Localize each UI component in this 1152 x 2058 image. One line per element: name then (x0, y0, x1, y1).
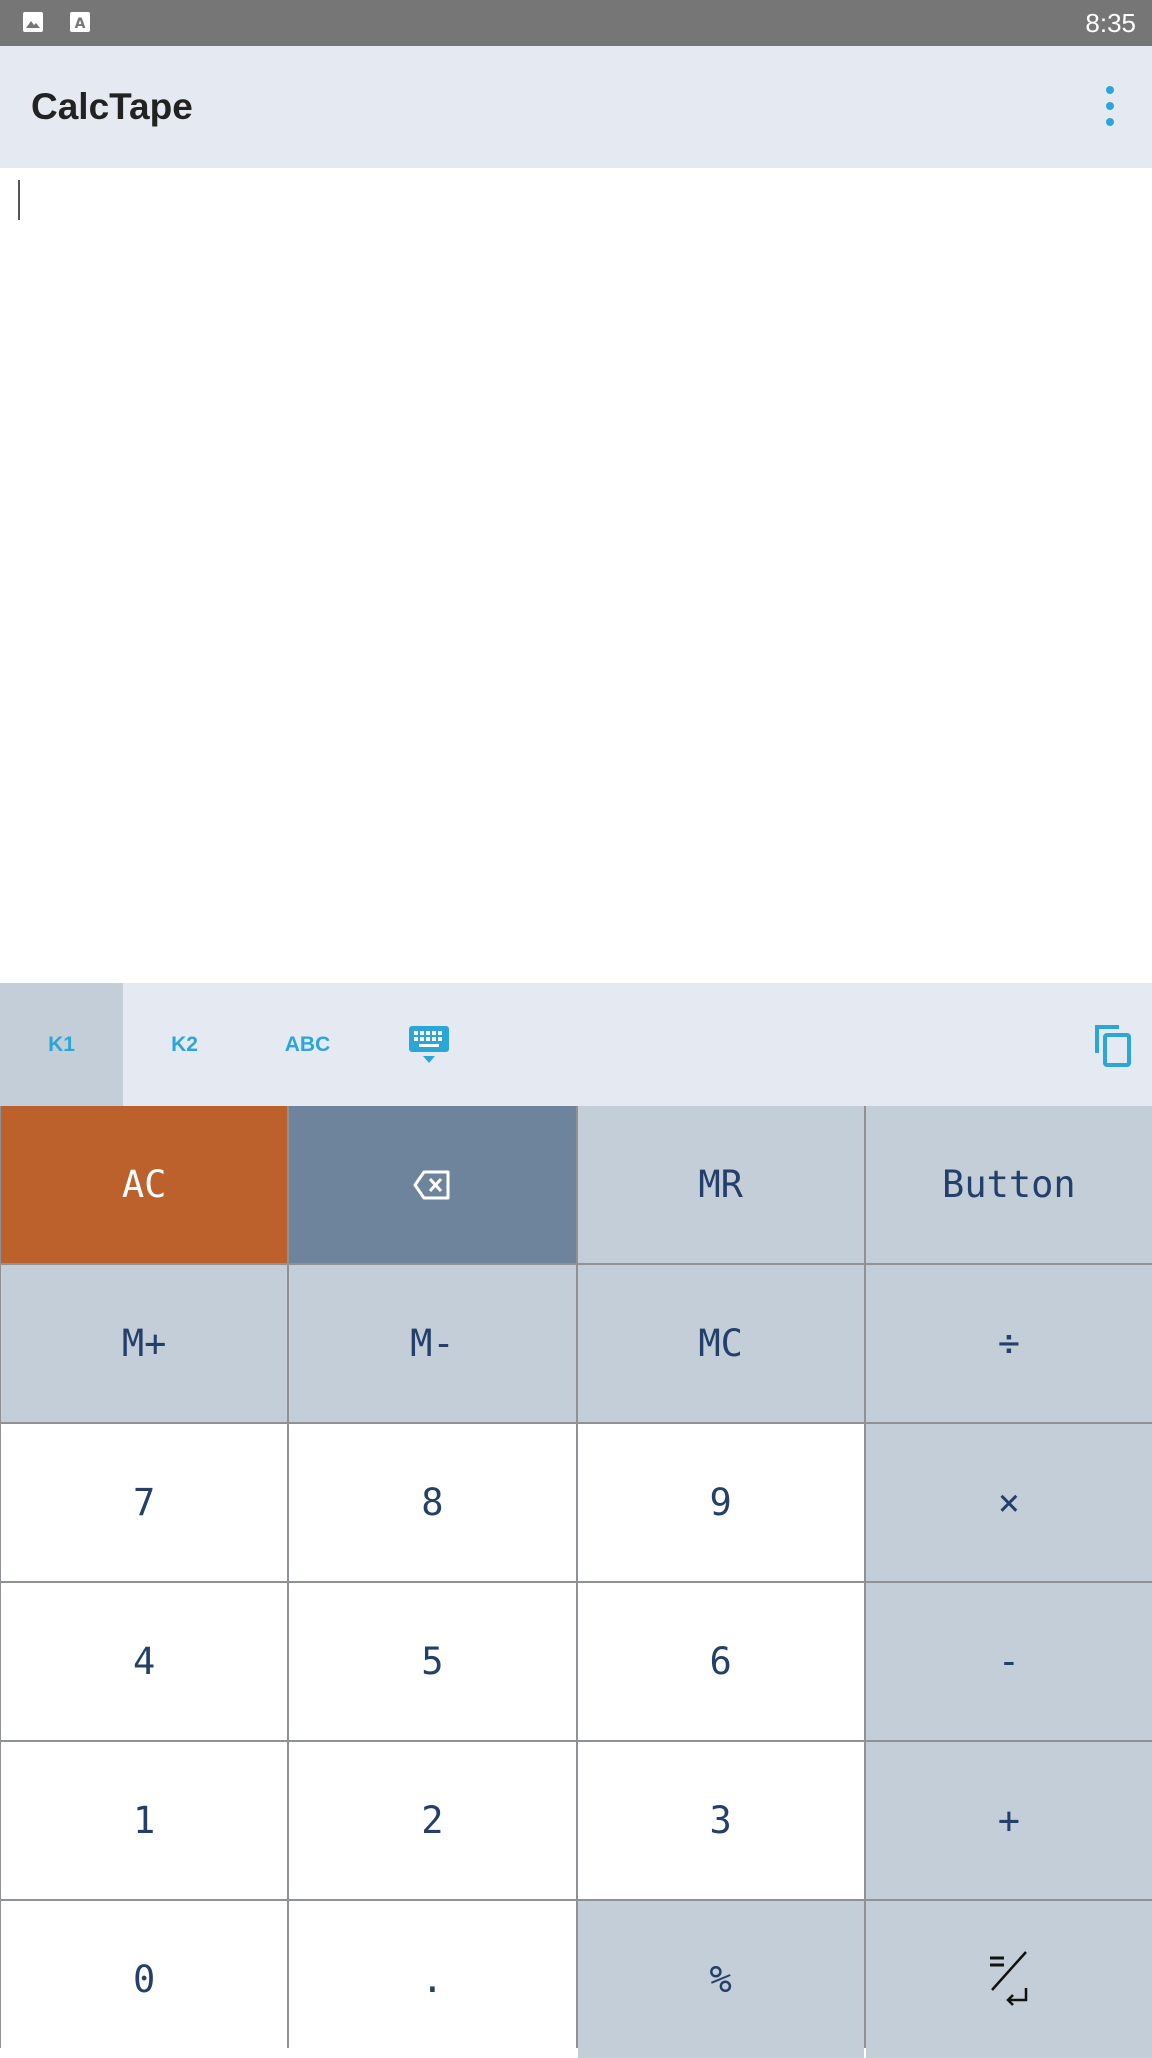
image-icon (23, 12, 43, 32)
more-vert-icon[interactable] (1088, 76, 1132, 136)
tab-k1[interactable]: K1 (0, 983, 123, 1106)
m-plus-button[interactable]: M+ (1, 1265, 288, 1422)
digit-6-button[interactable]: 6 (577, 1583, 864, 1740)
text-caret (18, 180, 20, 220)
m-minus-button[interactable]: M- (289, 1265, 576, 1422)
multiply-button[interactable]: × (865, 1424, 1152, 1581)
status-bar: A 8:35 (0, 0, 1152, 46)
status-time: 8:35 (1085, 8, 1136, 38)
tab-abc[interactable]: ABC (246, 983, 369, 1106)
keyboard-toolbar: K1 K2 ABC (0, 983, 1152, 1106)
digit-4-button[interactable]: 4 (1, 1583, 288, 1740)
app-bar: CalcTape (0, 46, 1152, 168)
percent-button[interactable]: % (577, 1901, 864, 2058)
keyboard-hide-icon[interactable] (408, 1025, 450, 1065)
app-title: CalcTape (31, 86, 193, 127)
copy-icon[interactable] (1093, 1023, 1133, 1067)
ac-button[interactable]: AC (1, 1106, 288, 1263)
custom-button[interactable]: Button (865, 1106, 1152, 1263)
digit-8-button[interactable]: 8 (289, 1424, 576, 1581)
minus-button[interactable]: - (865, 1583, 1152, 1740)
equals-enter-icon (989, 1950, 1028, 2006)
digit-5-button[interactable]: 5 (289, 1583, 576, 1740)
digit-3-button[interactable]: 3 (577, 1742, 864, 1899)
decimal-point-button[interactable]: . (289, 1901, 576, 2058)
keypad: AC MR Button M+ M- MC ÷ 7 8 9 × 4 5 6 - … (0, 1106, 1152, 2058)
tab-k2[interactable]: K2 (123, 983, 246, 1106)
digit-2-button[interactable]: 2 (289, 1742, 576, 1899)
mc-button[interactable]: MC (577, 1265, 864, 1422)
digit-0-button[interactable]: 0 (1, 1901, 288, 2058)
divide-button[interactable]: ÷ (865, 1265, 1152, 1422)
tape-editor[interactable] (0, 168, 1152, 983)
svg-text:A: A (75, 16, 86, 32)
digit-1-button[interactable]: 1 (1, 1742, 288, 1899)
backspace-button[interactable] (289, 1106, 576, 1263)
mr-button[interactable]: MR (577, 1106, 864, 1263)
text-a-icon: A (70, 12, 90, 32)
plus-button[interactable]: + (865, 1742, 1152, 1899)
equals-enter-button[interactable] (865, 1901, 1152, 2058)
backspace-icon (413, 1170, 450, 1199)
digit-9-button[interactable]: 9 (577, 1424, 864, 1581)
digit-7-button[interactable]: 7 (1, 1424, 288, 1581)
